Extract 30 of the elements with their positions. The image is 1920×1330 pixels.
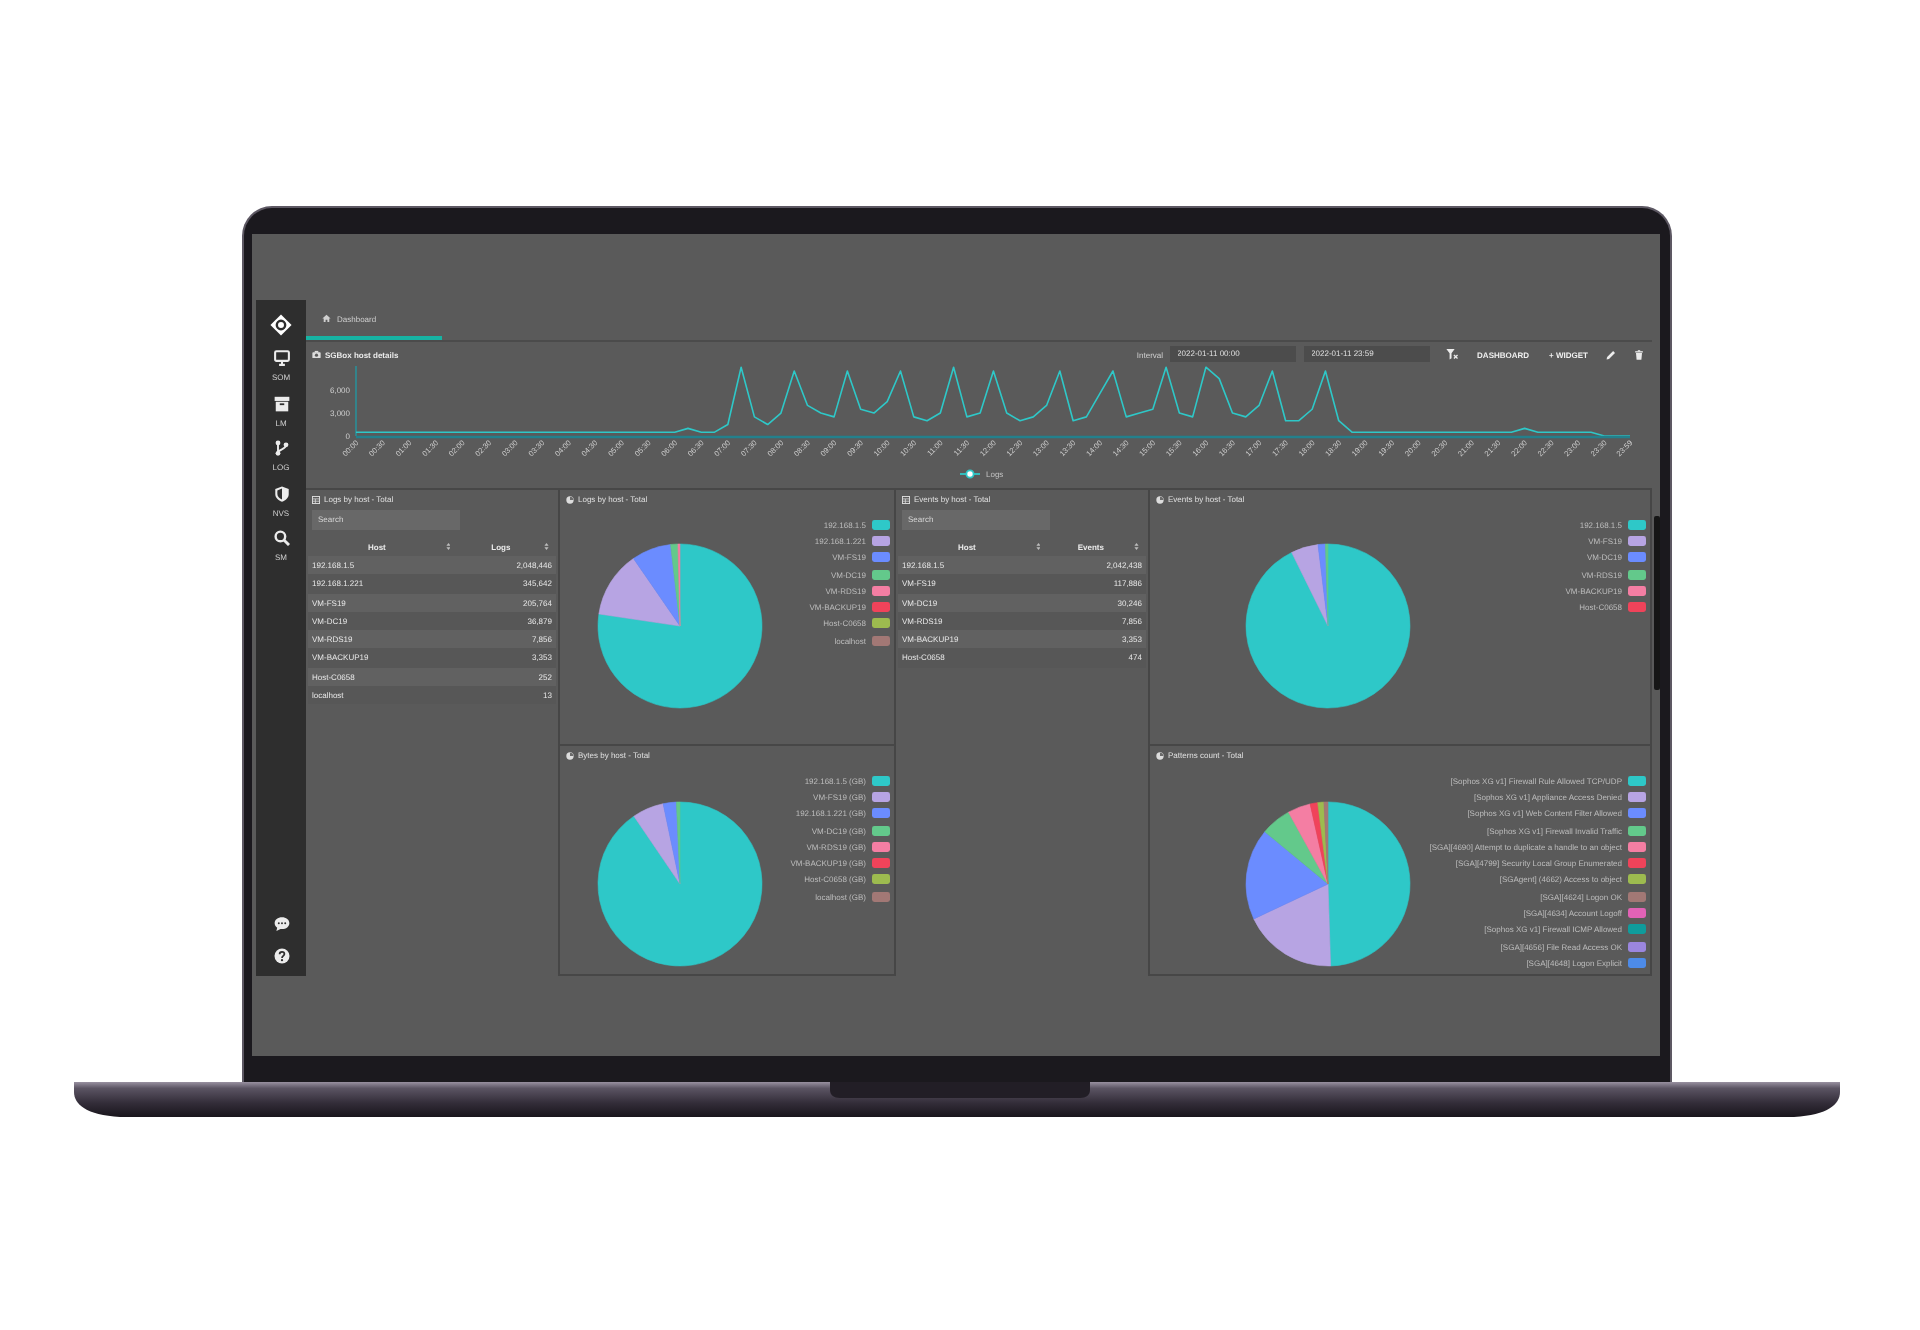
trash-icon xyxy=(1634,349,1644,359)
table-icon xyxy=(902,495,910,503)
pencil-icon xyxy=(1606,349,1616,359)
sort-icon xyxy=(544,541,550,551)
pie-chart-icon xyxy=(566,495,574,503)
filter-button[interactable] xyxy=(1445,348,1458,360)
sort-icon xyxy=(445,541,451,551)
pie-chart-icon xyxy=(566,751,574,759)
camera-icon xyxy=(312,349,321,359)
pie-chart-icon xyxy=(1156,751,1164,759)
sort-icon xyxy=(1134,541,1140,551)
shield-icon xyxy=(273,485,289,501)
help-icon xyxy=(273,948,289,964)
search-icon xyxy=(273,530,289,546)
home-icon xyxy=(322,313,331,323)
monitor-icon xyxy=(273,350,289,366)
speech-bubble-icon xyxy=(273,916,289,932)
chat-button[interactable] xyxy=(273,916,289,932)
table-icon xyxy=(312,495,320,503)
y-axis xyxy=(355,366,357,437)
branch-icon xyxy=(273,440,289,456)
scrollbar-thumb[interactable] xyxy=(1654,516,1660,690)
edit-button[interactable] xyxy=(1606,349,1616,359)
pie-chart-icon xyxy=(1156,495,1164,503)
diamond-logo-icon xyxy=(270,314,292,336)
filter-icon xyxy=(1445,348,1458,360)
help-button[interactable] xyxy=(273,948,289,964)
archive-box-icon xyxy=(273,395,289,411)
delete-button[interactable] xyxy=(1634,349,1644,359)
sort-icon xyxy=(1035,541,1041,551)
